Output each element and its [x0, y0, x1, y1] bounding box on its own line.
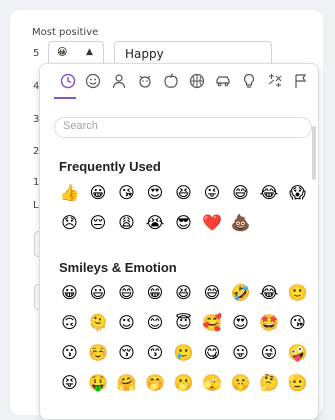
emoji-cell[interactable]: 😜: [199, 178, 226, 208]
emoji-cell[interactable]: 😊: [142, 308, 169, 338]
emoji-cell[interactable]: 😞: [56, 208, 83, 238]
emoji-cell[interactable]: 😅: [227, 178, 254, 208]
people-icon[interactable]: [109, 71, 129, 91]
emoji-cell[interactable]: ❤️: [199, 208, 226, 238]
selected-emoji: 😀: [57, 47, 68, 58]
objects-icon[interactable]: [239, 71, 259, 91]
row-number: 5: [33, 48, 40, 59]
smileys-icon[interactable]: [83, 71, 103, 91]
animals-icon[interactable]: [135, 71, 155, 91]
flags-icon[interactable]: [291, 71, 311, 91]
emoji-picker: Search Frequently Used 👍 😀 😘 😍 😆 😜 😅 😂 😱😞 😔 😩 😭 😎 ❤️ 💩…: [39, 63, 319, 420]
emoji-cell[interactable]: 😔: [85, 208, 112, 238]
emoji-cell[interactable]: 😁: [142, 278, 169, 308]
food-icon[interactable]: [161, 71, 181, 91]
emoji-cell[interactable]: 😗: [56, 338, 83, 368]
emoji-cell[interactable]: 😘: [113, 178, 140, 208]
group-title-frequent: Frequently Used: [59, 159, 161, 174]
emoji-cell[interactable]: 🤪: [284, 338, 311, 368]
travel-icon[interactable]: [213, 71, 233, 91]
emoji-cell[interactable]: 🫢: [170, 368, 197, 398]
emoji-cell[interactable]: 😘: [284, 308, 311, 338]
emoji-cell[interactable]: 🤗: [113, 368, 140, 398]
emoji-cell[interactable]: 🤑: [85, 368, 112, 398]
emoji-cell[interactable]: 😩: [113, 208, 140, 238]
emoji-cell[interactable]: 😝: [56, 368, 83, 398]
emoji-cell[interactable]: 😙: [142, 338, 169, 368]
recent-icon[interactable]: [58, 71, 78, 91]
section-label: Most positive: [32, 27, 99, 38]
emoji-cell[interactable]: 😆: [170, 178, 197, 208]
emoji-cell[interactable]: 😭: [142, 208, 169, 238]
emoji-cell[interactable]: 👍: [56, 178, 83, 208]
emoji-cell[interactable]: 😉: [113, 308, 140, 338]
emoji-cell[interactable]: 😱: [284, 178, 311, 208]
emoji-cell[interactable]: 😆: [170, 278, 197, 308]
emoji-cell[interactable]: 😀: [56, 278, 83, 308]
emoji-cell[interactable]: 🤣: [227, 278, 254, 308]
active-category-indicator: [54, 97, 76, 99]
category-bar: [46, 69, 318, 99]
emoji-cell[interactable]: 😂: [256, 178, 283, 208]
emoji-cell[interactable]: 🥰: [199, 308, 226, 338]
emoji-cell[interactable]: 🤔: [256, 368, 283, 398]
emoji-cell[interactable]: 🤫: [227, 368, 254, 398]
scrollbar[interactable]: [312, 126, 316, 180]
emoji-cell[interactable]: 😍: [227, 308, 254, 338]
emoji-grid-frequent: 👍 😀 😘 😍 😆 😜 😅 😂 😱 😞 😔 😩 😭 😎 ❤️ 💩: [56, 178, 316, 238]
search-input[interactable]: Search: [54, 117, 312, 138]
emoji-cell[interactable]: 💩: [227, 208, 254, 238]
symbols-icon[interactable]: [265, 71, 285, 91]
emoji-cell[interactable]: 😎: [170, 208, 197, 238]
emoji-cell[interactable]: 😋: [199, 338, 226, 368]
emoji-cell[interactable]: 😜: [256, 338, 283, 368]
activity-icon[interactable]: [187, 71, 207, 91]
emoji-cell[interactable]: 🫡: [284, 368, 311, 398]
emoji-cell[interactable]: 🫠: [85, 308, 112, 338]
emoji-cell[interactable]: 🙂: [284, 278, 311, 308]
emoji-cell[interactable]: 😃: [85, 278, 112, 308]
emoji-cell[interactable]: 🙃: [56, 308, 83, 338]
emoji-cell[interactable]: 😇: [170, 308, 197, 338]
emoji-cell[interactable]: 🫣: [199, 368, 226, 398]
emoji-cell[interactable]: 😄: [113, 278, 140, 308]
emoji-cell[interactable]: ☺️: [85, 338, 112, 368]
group-title-smileys: Smileys & Emotion: [59, 260, 177, 275]
emoji-cell[interactable]: 🥲: [170, 338, 197, 368]
emoji-cell[interactable]: 😂: [256, 278, 283, 308]
emoji-cell[interactable]: 😚: [113, 338, 140, 368]
emoji-cell[interactable]: 😀: [85, 178, 112, 208]
emoji-cell[interactable]: 😛: [227, 338, 254, 368]
emoji-cell[interactable]: 😅: [199, 278, 226, 308]
caret-up-icon: ▲: [86, 47, 93, 57]
emoji-cell[interactable]: 🤭: [142, 368, 169, 398]
emoji-grid-smileys: 😀 😃 😄 😁 😆 😅 🤣 😂 🙂 🙃 🫠 😉 😊 😇 🥰 😍 🤩 😘 😗 ☺️ 😚 😙 🥲 😋 😛 😜 🤪 😝 🤑 🤗 🤭 🫢 🫣 🤫 🤔 🫡: [56, 278, 316, 398]
emoji-cell[interactable]: 🤩: [256, 308, 283, 338]
emoji-cell[interactable]: 😍: [142, 178, 169, 208]
